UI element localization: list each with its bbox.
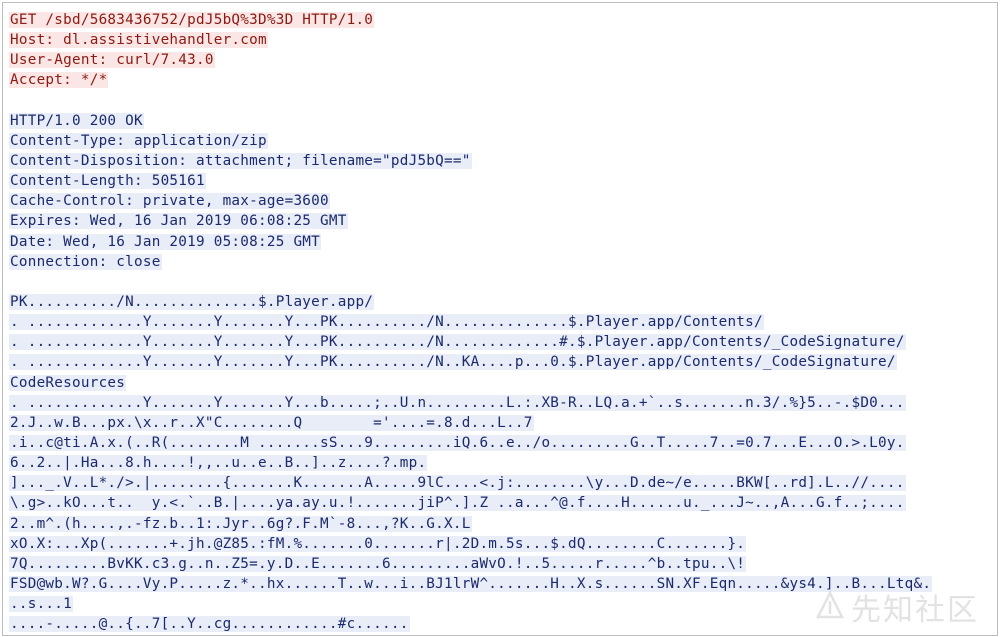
body-line-text: ]..._.V..L*./>.|........{.......K.......…: [9, 475, 906, 492]
response-header: Cache-Control: private, max-age=3600: [9, 191, 991, 211]
watermark-text: 先知社区: [851, 593, 979, 628]
body-line: . .............Y.......Y.......Y...PK...…: [9, 352, 991, 372]
watermark: 先知社区: [815, 585, 979, 629]
body-line: xO.X:...Xp(.......+.jh.@Z85.:fM.%.......…: [9, 534, 991, 554]
body-line-text: FSD@wb.W?.G....Vy.P.....z.*..hx......T..…: [9, 575, 933, 592]
body-line-text: ....-.....@..{..7[..Y..cg............#c.…: [9, 616, 410, 633]
tcp-stream-content[interactable]: GET /sbd/5683436752/pdJ5bQ%3D%3D HTTP/1.…: [9, 10, 991, 634]
body-line-text: \.g>..kO...t.. y.<.`..B.|....ya.ay.u.!..…: [9, 495, 906, 512]
body-line: \.g>..kO...t.. y.<.`..B.|....ya.ay.u.!..…: [9, 493, 991, 513]
body-line: ]..._.V..L*./>.|........{.......K.......…: [9, 473, 991, 493]
body-line-text: xO.X:...Xp(.......+.jh.@Z85.:fM.%.......…: [9, 535, 747, 552]
request-line: GET /sbd/5683436752/pdJ5bQ%3D%3D HTTP/1.…: [9, 10, 991, 30]
response-header: Expires: Wed, 16 Jan 2019 06:08:25 GMT: [9, 211, 991, 231]
body-line-text: . .............Y.......Y.......Y...PK...…: [9, 334, 906, 351]
body-line-text: . .............Y.......Y.......Y...b....…: [9, 394, 906, 411]
http-response-headers: HTTP/1.0 200 OK Content-Type: applicatio…: [9, 111, 991, 272]
tcp-stream-window: GET /sbd/5683436752/pdJ5bQ%3D%3D HTTP/1.…: [2, 2, 998, 636]
body-line-text: PK........../N..............$.Player.app…: [9, 293, 375, 310]
response-header: Connection: close: [9, 252, 991, 272]
request-header-text: Accept: */*: [9, 72, 109, 89]
response-header: Content-Length: 505161: [9, 171, 991, 191]
body-line-text: 7Q.........BvKK.c3.g..n..Z5=.y.D..E.....…: [9, 555, 747, 572]
response-header-text: Content-Length: 505161: [9, 173, 206, 190]
body-line: . .............Y.......Y.......Y...b....…: [9, 393, 991, 413]
body-line-text: ..s...1: [9, 596, 74, 613]
request-header: Host: dl.assistivehandler.com: [9, 30, 991, 50]
response-header-text: Date: Wed, 16 Jan 2019 05:08:25 GMT: [9, 233, 322, 250]
response-header: Content-Disposition: attachment; filenam…: [9, 151, 991, 171]
body-line: .i..c@ti.A.x.(..R(........M .......sS...…: [9, 433, 991, 453]
body-line: PK........../N..............$.Player.app…: [9, 292, 991, 312]
xianzhi-logo-icon: [815, 590, 845, 624]
http-request: GET /sbd/5683436752/pdJ5bQ%3D%3D HTTP/1.…: [9, 10, 991, 91]
request-header-text: Host: dl.assistivehandler.com: [9, 32, 268, 49]
response-header-text: Expires: Wed, 16 Jan 2019 06:08:25 GMT: [9, 213, 348, 230]
body-line-text: 2..m^.(h....,.-fz.b..1:.Jyr..6g?.F.M`-8.…: [9, 515, 472, 532]
body-line: 2.J..w.B...px.\x..r..X"C........Q ='....…: [9, 413, 991, 433]
body-line-text: . .............Y.......Y.......Y...PK...…: [9, 354, 897, 371]
body-line: . .............Y.......Y.......Y...PK...…: [9, 312, 991, 332]
body-line: 2..m^.(h....,.-fz.b..1:.Jyr..6g?.F.M`-8.…: [9, 514, 991, 534]
http-response-body: PK........../N..............$.Player.app…: [9, 292, 991, 634]
body-line: . .............Y.......Y.......Y...PK...…: [9, 332, 991, 352]
response-header-text: Connection: close: [9, 253, 162, 270]
body-line: CodeResources: [9, 373, 991, 393]
response-header-text: Content-Disposition: attachment; filenam…: [9, 152, 472, 169]
body-line: 7Q.........BvKK.c3.g..n..Z5=.y.D..E.....…: [9, 554, 991, 574]
body-line-text: 2.J..w.B...px.\x..r..X"C........Q ='....…: [9, 414, 534, 431]
body-line-text: .i..c@ti.A.x.(..R(........M .......sS...…: [9, 434, 906, 451]
response-header: Content-Type: application/zip: [9, 131, 991, 151]
request-header: User-Agent: curl/7.43.0: [9, 50, 991, 70]
response-header-text: Content-Type: application/zip: [9, 132, 268, 149]
status-line-text: HTTP/1.0 200 OK: [9, 112, 144, 129]
body-line: 6..2..|.Ha...8.h....!,,..u..e..B..]..z..…: [9, 453, 991, 473]
request-header-text: User-Agent: curl/7.43.0: [9, 52, 215, 69]
response-header-text: Cache-Control: private, max-age=3600: [9, 193, 330, 210]
status-line: HTTP/1.0 200 OK: [9, 111, 991, 131]
request-header: Accept: */*: [9, 70, 991, 90]
request-line-text: GET /sbd/5683436752/pdJ5bQ%3D%3D HTTP/1.…: [9, 12, 375, 28]
body-line-text: 6..2..|.Ha...8.h....!,,..u..e..B..]..z..…: [9, 455, 428, 472]
body-line-text: . .............Y.......Y.......Y...PK...…: [9, 314, 764, 331]
response-header: Date: Wed, 16 Jan 2019 05:08:25 GMT: [9, 232, 991, 252]
body-line-text: CodeResources: [9, 374, 127, 391]
